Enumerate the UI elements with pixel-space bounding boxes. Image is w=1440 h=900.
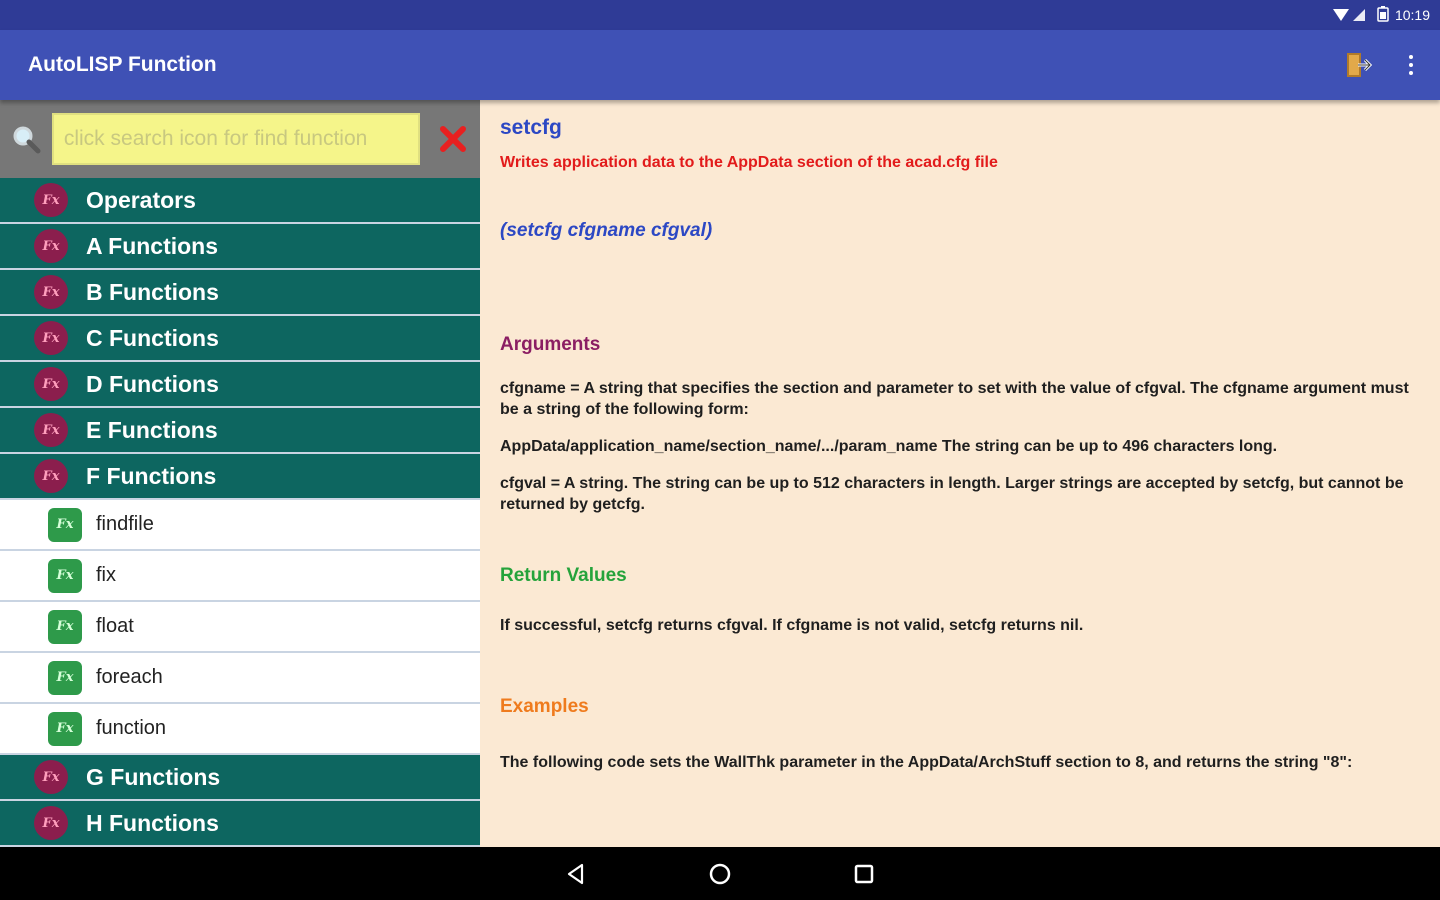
group-label: H Functions	[86, 809, 219, 836]
status-time: 10:19	[1394, 7, 1430, 23]
battery-icon	[1377, 5, 1389, 25]
function-label: fix	[96, 564, 116, 586]
group-label: C Functions	[86, 324, 219, 351]
function-description: Writes application data to the AppData s…	[500, 154, 998, 171]
function-label: foreach	[96, 666, 163, 688]
app-bar: AutoLISP Function	[0, 30, 1440, 100]
app-title: AutoLISP Function	[28, 53, 217, 76]
examples-text: The following code sets the WallThk para…	[500, 754, 1353, 771]
function-group-icon: Fx	[34, 367, 68, 401]
arguments-heading: Arguments	[500, 334, 601, 355]
function-icon: Fx	[48, 507, 82, 542]
arguments-text: cfgval = A string. The string can be up …	[500, 475, 1404, 513]
return-values-text: If successful, setcfg returns cfgval. If…	[500, 617, 1084, 634]
arguments-text: cfgname = A string that specifies the se…	[500, 380, 1409, 418]
function-item-float[interactable]: Fx float	[0, 602, 480, 653]
function-item-function[interactable]: Fx function	[0, 704, 480, 755]
function-item-fix[interactable]: Fx fix	[0, 551, 480, 602]
function-icon: Fx	[48, 660, 82, 695]
function-label: function	[96, 717, 167, 739]
function-group-icon: Fx	[34, 183, 68, 217]
function-label: findfile	[96, 513, 154, 535]
system-navigation-bar	[0, 847, 1440, 900]
group-item-operators[interactable]: Fx Operators	[0, 178, 480, 224]
arguments-text: AppData/application_name/section_name/..…	[500, 438, 1278, 455]
back-icon[interactable]	[559, 857, 593, 891]
examples-heading: Examples	[500, 696, 589, 717]
group-item-b-functions[interactable]: Fx B Functions	[0, 270, 480, 316]
group-item-f-functions[interactable]: Fx F Functions	[0, 454, 480, 500]
wifi-signal-icon	[1331, 7, 1371, 23]
function-label: float	[96, 615, 134, 637]
status-bar: 10:19	[0, 0, 1440, 30]
function-item-findfile[interactable]: Fx findfile	[0, 500, 480, 551]
return-values-heading: Return Values	[500, 565, 627, 586]
function-group-icon: Fx	[34, 459, 68, 493]
recents-icon[interactable]	[847, 857, 881, 891]
function-item-foreach[interactable]: Fx foreach	[0, 653, 480, 704]
search-input[interactable]	[51, 113, 421, 165]
group-label: E Functions	[86, 416, 218, 443]
group-label: F Functions	[86, 462, 217, 489]
function-icon: Fx	[48, 711, 82, 746]
group-label: B Functions	[86, 278, 219, 305]
function-group-icon: Fx	[34, 413, 68, 447]
exit-icon[interactable]	[1342, 48, 1376, 82]
function-detail-panel: setcfg Writes application data to the Ap…	[480, 100, 1440, 847]
function-group-icon: Fx	[34, 229, 68, 263]
group-item-h-functions[interactable]: Fx H Functions	[0, 801, 480, 847]
group-label: G Functions	[86, 763, 221, 790]
function-name: setcfg	[500, 116, 562, 139]
group-item-c-functions[interactable]: Fx C Functions	[0, 316, 480, 362]
group-item-a-functions[interactable]: Fx A Functions	[0, 224, 480, 270]
home-icon[interactable]	[703, 857, 737, 891]
function-group-icon: Fx	[34, 321, 68, 355]
group-item-e-functions[interactable]: Fx E Functions	[0, 408, 480, 454]
group-item-g-functions[interactable]: Fx G Functions	[0, 755, 480, 801]
function-icon: Fx	[48, 558, 82, 593]
group-item-d-functions[interactable]: Fx D Functions	[0, 362, 480, 408]
search-icon[interactable]	[10, 123, 42, 155]
function-syntax: (setcfg cfgname cfgval)	[500, 220, 713, 241]
search-bar	[0, 100, 480, 178]
function-icon: Fx	[48, 609, 82, 644]
more-options-icon[interactable]	[1406, 53, 1416, 77]
clear-search-icon[interactable]	[436, 122, 470, 156]
group-label: A Functions	[86, 232, 219, 259]
group-label: D Functions	[86, 370, 219, 397]
function-list-panel: Fx Operators Fx A Functions Fx B Functio…	[0, 100, 480, 847]
function-group-icon: Fx	[34, 760, 68, 794]
function-group-icon: Fx	[34, 275, 68, 309]
group-label: Operators	[86, 186, 196, 213]
function-group-icon: Fx	[34, 806, 68, 840]
